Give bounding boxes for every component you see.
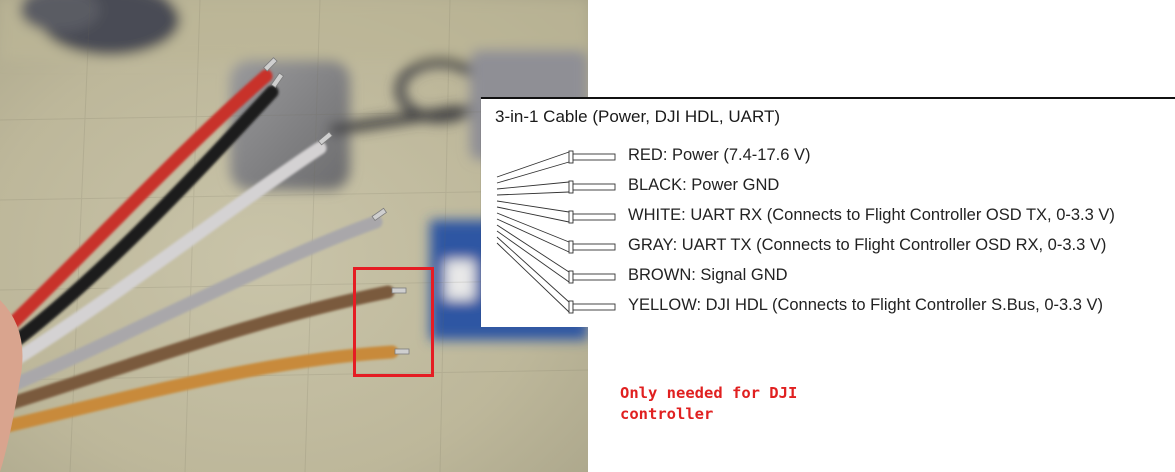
wire-label: BROWN: Signal GND — [628, 266, 788, 284]
wire-label: GRAY: UART TX (Connects to Flight Contro… — [628, 236, 1107, 254]
annotation-note: Only needed for DJI controller — [620, 384, 798, 423]
wire-connector — [496, 150, 616, 184]
wire-connector — [496, 180, 616, 196]
wire-label: RED: Power (7.4-17.6 V) — [628, 146, 811, 164]
wire-diagram-panel: 3-in-1 Cable (Power, DJI HDL, UART) RED:… — [481, 97, 1175, 327]
wire-connector — [496, 224, 616, 284]
highlight-box — [353, 267, 434, 377]
wire-label: YELLOW: DJI HDL (Connects to Flight Cont… — [628, 296, 1104, 314]
wire-label: BLACK: Power GND — [628, 176, 780, 194]
wire-label: WHITE: UART RX (Connects to Flight Contr… — [628, 206, 1115, 224]
